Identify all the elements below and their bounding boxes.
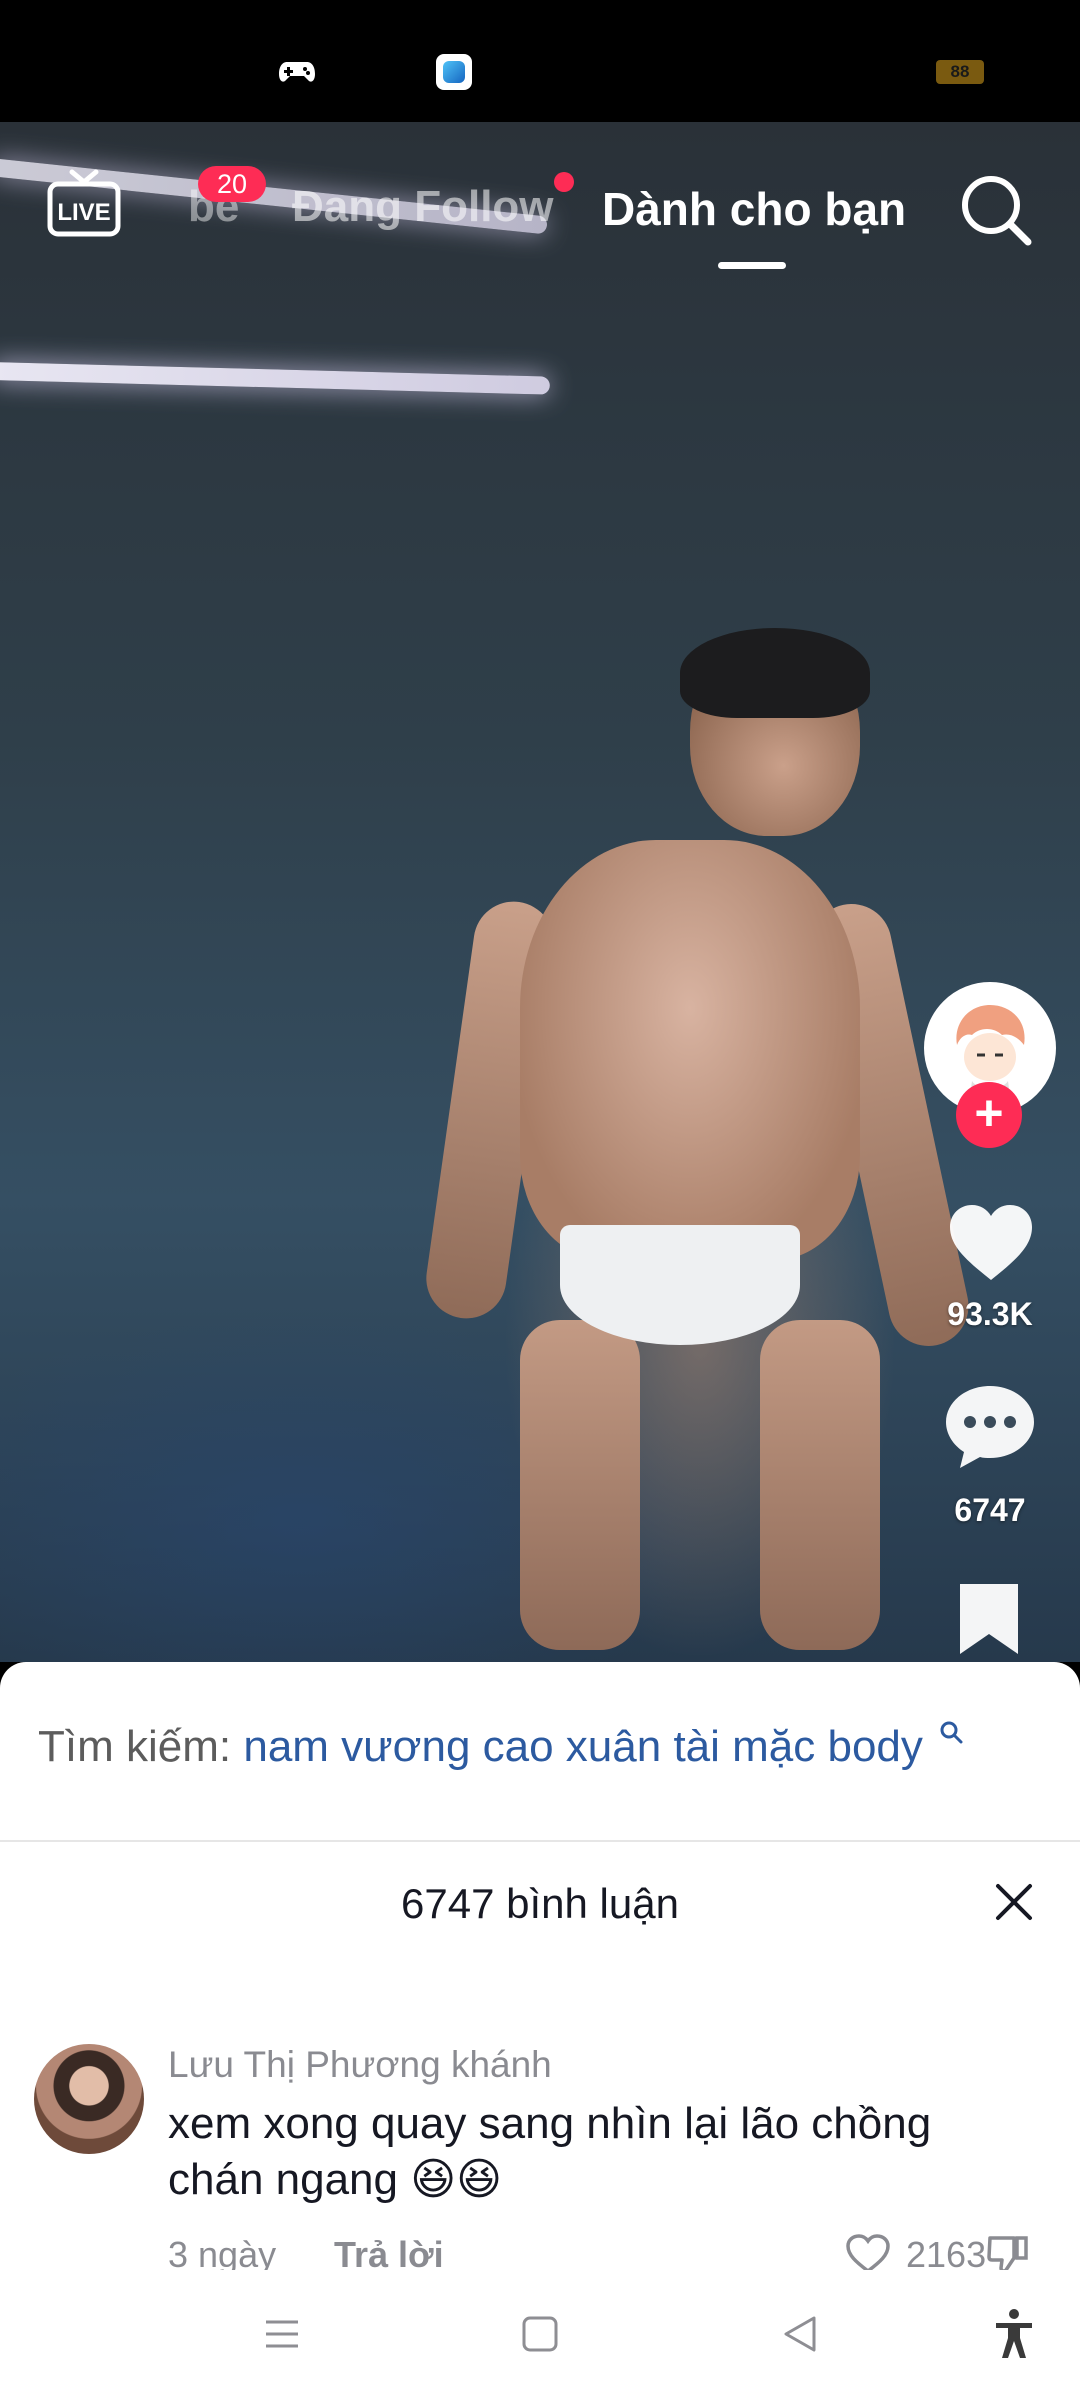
video-figure (520, 1320, 640, 1650)
reply-button[interactable]: Trả lời (334, 2234, 444, 2274)
video-figure (680, 628, 870, 718)
tab-for-you[interactable]: Dành cho bạn (602, 182, 906, 236)
notification-dot (554, 172, 574, 192)
recent-apps-icon[interactable] (262, 2314, 302, 2354)
comments-title: 6747 bình luận (401, 1880, 679, 1927)
status-bar: 88 (0, 0, 1080, 122)
active-tab-indicator (718, 262, 786, 269)
search-suggestion-query[interactable]: nam vương cao xuân tài mặc body (243, 1722, 923, 1771)
back-icon[interactable] (780, 2314, 820, 2354)
live-label: LIVE (57, 199, 110, 226)
commenter-avatar[interactable] (34, 2044, 144, 2154)
comment-icon[interactable] (942, 1382, 1038, 1472)
search-icon[interactable] (958, 172, 1034, 248)
app-icon (436, 54, 472, 90)
accessibility-icon[interactable] (994, 2308, 1034, 2360)
search-icon (940, 1721, 963, 1744)
comment-count: 6747 (954, 1492, 1026, 1528)
search-suggestion[interactable]: Tìm kiếm: nam vương cao xuân tài mặc bod… (38, 1721, 963, 1772)
tiktok-screen: 88 LIVE be 20 Đang Follow Dành cho bạn +… (0, 0, 1080, 2400)
bookmark-icon[interactable] (954, 1580, 1024, 1658)
commenter-username[interactable]: Lưu Thị Phương khánh (168, 2044, 552, 2086)
comment-date: 3 ngày (168, 2234, 277, 2274)
close-icon[interactable] (992, 1880, 1036, 1924)
heart-icon[interactable] (946, 1202, 1036, 1284)
top-navigation: LIVE be 20 Đang Follow Dành cho bạn (0, 150, 1080, 270)
video-figure (560, 1225, 800, 1345)
comment-meta: 3 ngày Trả lời 2163 (168, 2234, 1048, 2274)
system-navigation-bar (0, 2270, 1080, 2400)
divider (0, 1840, 1080, 1842)
video-figure (760, 1320, 880, 1650)
video-figure (520, 840, 860, 1260)
like-count: 93.3K (947, 1296, 1033, 1332)
tab-following[interactable]: Đang Follow (292, 182, 554, 232)
search-suggestion-label: Tìm kiếm: (38, 1722, 232, 1771)
follow-plus-button[interactable]: + (956, 1082, 1022, 1148)
dislike-icon[interactable] (984, 2234, 1032, 2274)
battery-indicator: 88 (936, 60, 984, 84)
heart-outline-icon[interactable] (844, 2234, 892, 2274)
friends-badge: 20 (198, 166, 266, 202)
live-tv-icon[interactable]: LIVE (46, 168, 122, 240)
home-icon[interactable] (520, 2314, 560, 2354)
comment-like-count: 2163 (906, 2234, 987, 2274)
gamepad-icon (279, 62, 315, 82)
comment-text: xem xong quay sang nhìn lại lão chồng ch… (168, 2099, 932, 2204)
